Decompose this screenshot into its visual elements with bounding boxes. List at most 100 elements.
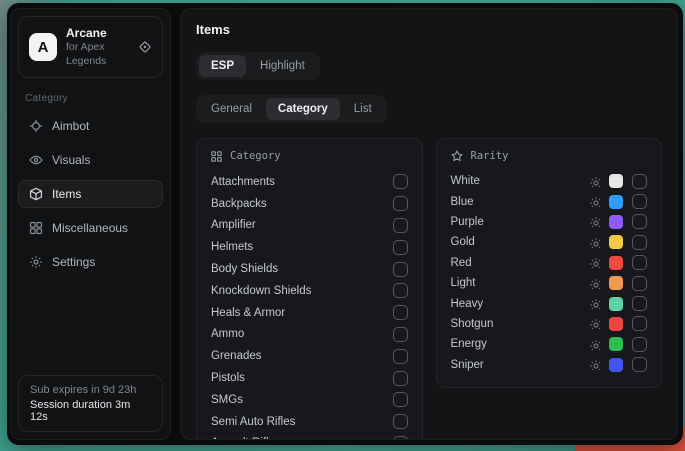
target-icon[interactable] xyxy=(138,40,152,54)
rarity-row: Energy xyxy=(451,334,648,354)
rarity-checkbox[interactable] xyxy=(632,296,647,311)
rarity-row-label: Red xyxy=(451,257,472,269)
category-checkbox[interactable] xyxy=(393,283,408,298)
category-checkbox[interactable] xyxy=(393,371,408,386)
color-swatch[interactable] xyxy=(609,256,623,270)
sidebar-item-aimbot[interactable]: Aimbot xyxy=(18,112,163,140)
sidebar-section-label: Category xyxy=(25,93,156,104)
color-swatch[interactable] xyxy=(609,358,623,372)
category-checkbox[interactable] xyxy=(393,436,408,440)
rarity-row-label: White xyxy=(451,175,480,187)
color-swatch[interactable] xyxy=(609,276,623,290)
app-text: Arcane for Apex Legends xyxy=(66,26,129,68)
category-checkbox[interactable] xyxy=(393,196,408,211)
color-swatch[interactable] xyxy=(609,174,623,188)
rarity-row-controls xyxy=(589,357,647,372)
category-checkbox[interactable] xyxy=(393,349,408,364)
grid-small-icon xyxy=(211,151,222,162)
tab-list[interactable]: List xyxy=(342,98,384,120)
rarity-row-controls xyxy=(589,296,647,311)
category-checkbox[interactable] xyxy=(393,262,408,277)
sidebar-item-items[interactable]: Items xyxy=(18,180,163,208)
rarity-row-controls xyxy=(589,194,647,209)
rarity-row: Light xyxy=(451,273,648,293)
category-row: Assault Rifles xyxy=(211,433,408,440)
page-title: Items xyxy=(196,22,662,37)
category-row-label: Ammo xyxy=(211,328,244,340)
category-panel-title: Category xyxy=(230,150,281,162)
rarity-row: Blue xyxy=(451,191,648,211)
desktop: { "sidebar": { "app": { "initial": "A", … xyxy=(0,0,685,451)
gear-icon xyxy=(28,255,43,269)
sidebar-item-visuals[interactable]: Visuals xyxy=(18,146,163,174)
gear-icon[interactable] xyxy=(589,278,600,289)
tab-category[interactable]: Category xyxy=(266,98,340,120)
gear-icon[interactable] xyxy=(589,359,600,370)
category-checkbox[interactable] xyxy=(393,218,408,233)
rarity-row: Sniper xyxy=(451,355,648,375)
category-panel: Category AttachmentsBackpacksAmplifierHe… xyxy=(196,138,423,440)
rarity-checkbox[interactable] xyxy=(632,235,647,250)
rarity-checkbox[interactable] xyxy=(632,357,647,372)
category-row-label: Assault Rifles xyxy=(211,437,281,440)
category-checkbox[interactable] xyxy=(393,327,408,342)
rarity-checkbox[interactable] xyxy=(632,337,647,352)
rarity-row: Red xyxy=(451,253,648,273)
rarity-checkbox[interactable] xyxy=(632,174,647,189)
sidebar: A Arcane for Apex Legends Category Aimbo… xyxy=(10,8,171,440)
gear-icon[interactable] xyxy=(589,196,600,207)
rarity-checkbox[interactable] xyxy=(632,255,647,270)
color-swatch[interactable] xyxy=(609,215,623,229)
category-list: AttachmentsBackpacksAmplifierHelmetsBody… xyxy=(211,171,408,440)
toggle-highlight[interactable]: Highlight xyxy=(248,55,317,77)
rarity-checkbox[interactable] xyxy=(632,276,647,291)
grid-icon xyxy=(28,221,43,235)
main-panel: Items ESPHighlight GeneralCategoryList C… xyxy=(180,8,678,440)
sub-expiry-text: Sub expires in 9d 23h xyxy=(30,384,151,396)
gear-icon[interactable] xyxy=(589,176,600,187)
rarity-checkbox[interactable] xyxy=(632,194,647,209)
box-icon xyxy=(28,187,43,201)
sidebar-spacer xyxy=(11,280,170,368)
gear-icon[interactable] xyxy=(589,318,600,329)
category-checkbox[interactable] xyxy=(393,392,408,407)
category-row-label: Heals & Armor xyxy=(211,307,285,319)
color-swatch[interactable] xyxy=(609,235,623,249)
color-swatch[interactable] xyxy=(609,337,623,351)
color-swatch[interactable] xyxy=(609,297,623,311)
category-checkbox[interactable] xyxy=(393,240,408,255)
color-swatch[interactable] xyxy=(609,195,623,209)
rarity-row-label: Gold xyxy=(451,236,475,248)
rarity-list: WhiteBluePurpleGoldRedLightHeavyShotgunE… xyxy=(451,171,648,375)
tab-group: GeneralCategoryList xyxy=(196,95,387,123)
rarity-row-label: Light xyxy=(451,277,476,289)
category-row-label: Grenades xyxy=(211,350,262,362)
arcane-window: A Arcane for Apex Legends Category Aimbo… xyxy=(7,3,683,445)
category-checkbox[interactable] xyxy=(393,174,408,189)
rarity-row: Heavy xyxy=(451,293,648,313)
category-row: Semi Auto Rifles xyxy=(211,411,408,433)
app-subtitle: for Apex Legends xyxy=(66,41,129,68)
category-row: Attachments xyxy=(211,171,408,193)
rarity-checkbox[interactable] xyxy=(632,214,647,229)
rarity-row-controls xyxy=(589,337,647,352)
category-row: Amplifier xyxy=(211,215,408,237)
gear-icon[interactable] xyxy=(589,298,600,309)
rarity-row-label: Sniper xyxy=(451,359,484,371)
category-row: Helmets xyxy=(211,236,408,258)
sidebar-item-settings[interactable]: Settings xyxy=(18,248,163,276)
sidebar-item-miscellaneous[interactable]: Miscellaneous xyxy=(18,214,163,242)
gear-icon[interactable] xyxy=(589,237,600,248)
color-swatch[interactable] xyxy=(609,317,623,331)
category-row-label: Semi Auto Rifles xyxy=(211,416,295,428)
toggle-esp[interactable]: ESP xyxy=(199,55,246,77)
category-checkbox[interactable] xyxy=(393,414,408,429)
gear-icon[interactable] xyxy=(589,216,600,227)
tab-general[interactable]: General xyxy=(199,98,264,120)
category-row: SMGs xyxy=(211,389,408,411)
gear-icon[interactable] xyxy=(589,339,600,350)
gear-icon[interactable] xyxy=(589,257,600,268)
category-checkbox[interactable] xyxy=(393,305,408,320)
rarity-checkbox[interactable] xyxy=(632,316,647,331)
rarity-row: White xyxy=(451,171,648,191)
